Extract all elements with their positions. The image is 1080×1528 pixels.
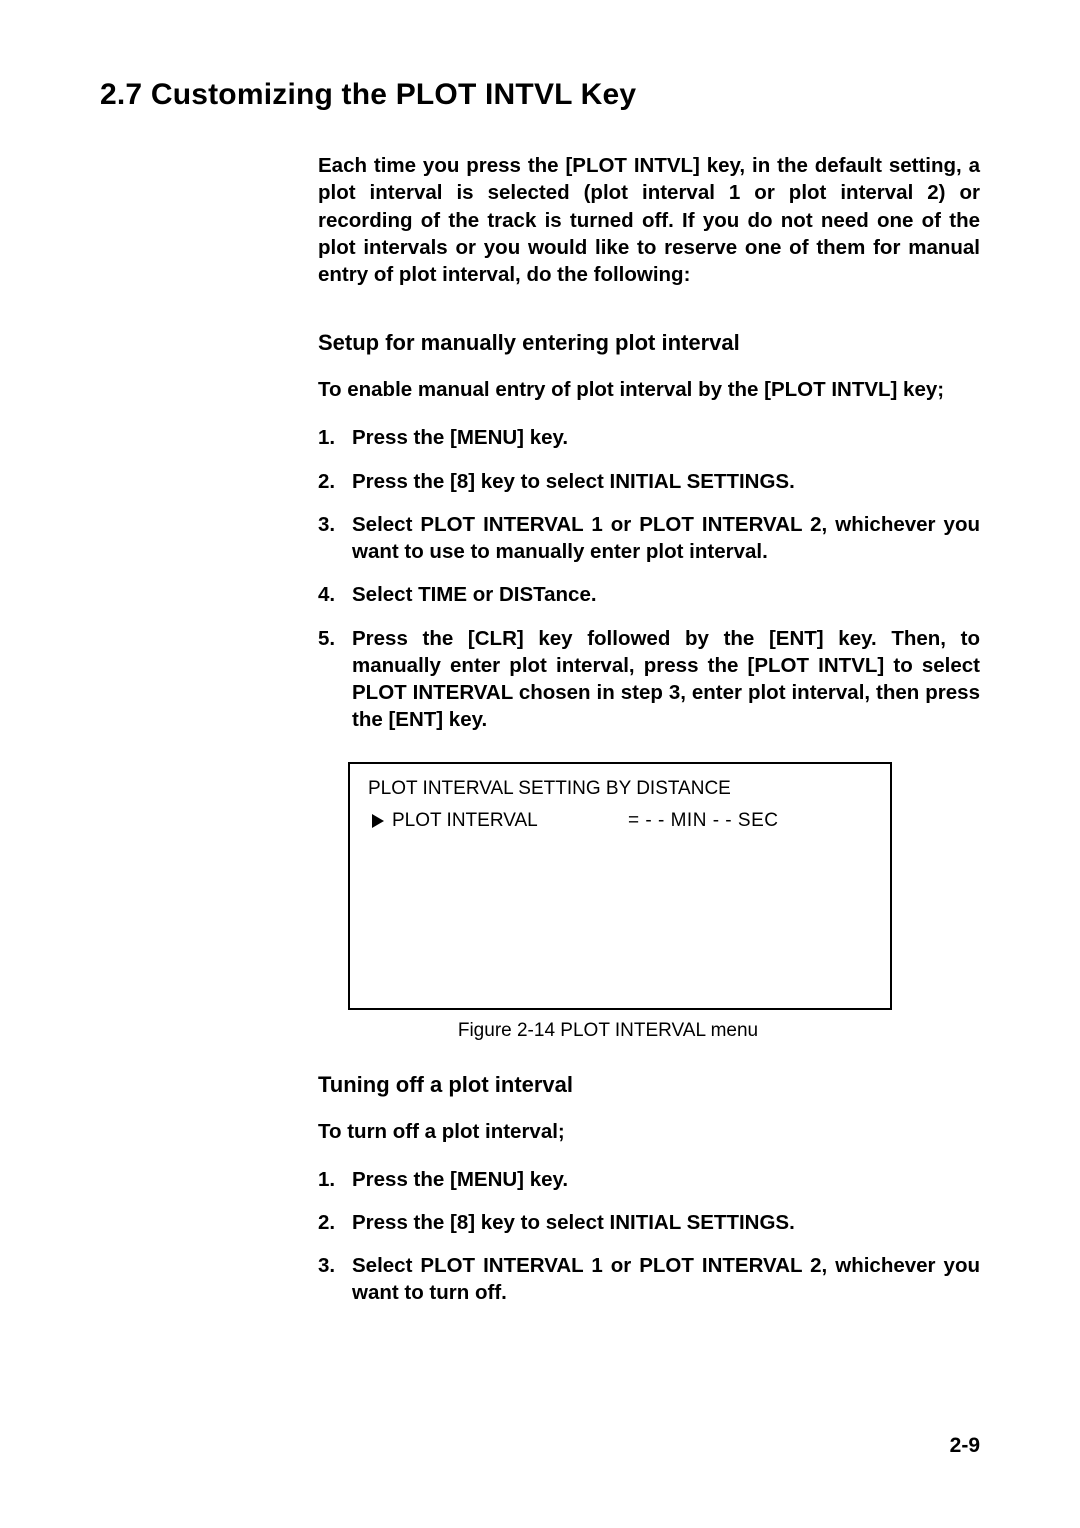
section-heading: 2.7 Customizing the PLOT INTVL Key <box>100 78 980 112</box>
intro-paragraph: Each time you press the [PLOT INTVL] key… <box>318 152 980 288</box>
tuning-steps-list: Press the [MENU] key. Press the [8] key … <box>318 1166 980 1307</box>
figure-row: PLOT INTERVAL = - - MIN - - SEC <box>366 810 874 832</box>
content-area: 2.7 Customizing the PLOT INTVL Key Each … <box>100 78 980 1335</box>
figure-row-label: PLOT INTERVAL <box>392 810 628 832</box>
setup-steps-list: Press the [MENU] key. Press the [8] key … <box>318 424 980 733</box>
figure-row-value: = - - MIN - - SEC <box>628 810 778 832</box>
setup-step-2: Press the [8] key to select INITIAL SETT… <box>318 468 980 495</box>
subsection-setup-heading: Setup for manually entering plot interva… <box>318 330 980 356</box>
tuning-step-3: Select PLOT INTERVAL 1 or PLOT INTERVAL … <box>318 1252 980 1307</box>
tuning-step-1: Press the [MENU] key. <box>318 1166 980 1193</box>
setup-step-5: Press the [CLR] key followed by the [ENT… <box>318 625 980 734</box>
page-number: 2-9 <box>950 1434 980 1458</box>
figure-box-title: PLOT INTERVAL SETTING BY DISTANCE <box>368 778 874 800</box>
subsection-tuning-heading: Tuning off a plot interval <box>318 1072 980 1098</box>
tuning-lead-line: To turn off a plot interval; <box>318 1120 980 1144</box>
setup-step-1: Press the [MENU] key. <box>318 424 980 451</box>
figure-box: PLOT INTERVAL SETTING BY DISTANCE PLOT I… <box>348 762 892 1010</box>
figure-caption: Figure 2-14 PLOT INTERVAL menu <box>258 1020 958 1042</box>
setup-step-3: Select PLOT INTERVAL 1 or PLOT INTERVAL … <box>318 511 980 566</box>
setup-step-4: Select TIME or DISTance. <box>318 581 980 608</box>
page: 2.7 Customizing the PLOT INTVL Key Each … <box>0 0 1080 1528</box>
setup-lead-line: To enable manual entry of plot interval … <box>318 378 980 402</box>
body-column: Each time you press the [PLOT INTVL] key… <box>318 152 980 1307</box>
tuning-step-2: Press the [8] key to select INITIAL SETT… <box>318 1209 980 1236</box>
triangle-icon <box>372 814 384 828</box>
